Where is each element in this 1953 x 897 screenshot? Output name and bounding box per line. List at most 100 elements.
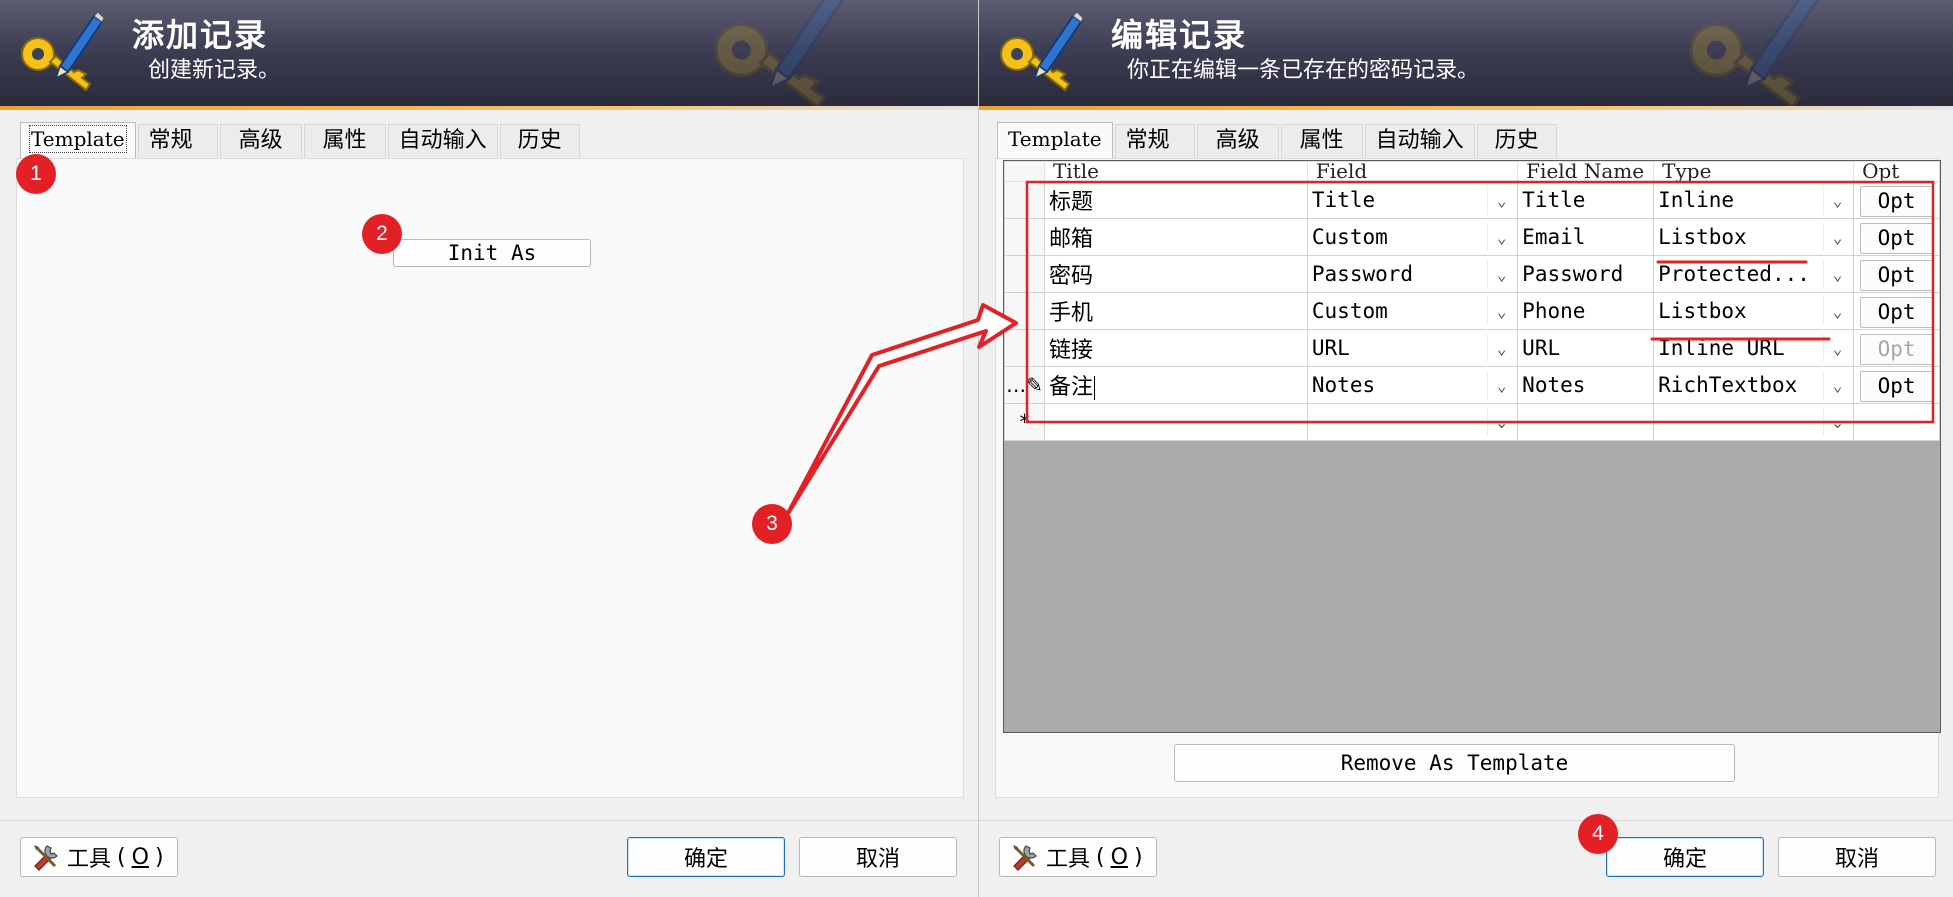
cell-type-combo[interactable]: Listbox ⌄ [1653,292,1855,330]
cell-type-combo[interactable]: Listbox ⌄ [1653,218,1855,256]
chevron-down-icon[interactable]: ⌄ [1823,260,1851,288]
remove-as-template-button[interactable]: Remove As Template [1174,744,1735,782]
column-header-title[interactable]: Title [1043,161,1308,182]
table-row[interactable]: 邮箱 Custom ⌄ Email Listbox ⌄ Opt [1004,218,1940,256]
row-header[interactable] [1004,255,1045,293]
cell-opt: Opt [1853,218,1940,256]
tools-button[interactable]: 工具(O) [999,837,1157,877]
opt-button[interactable]: Opt [1859,222,1934,254]
cell-field-name[interactable] [1517,403,1655,441]
opt-button[interactable]: Opt [1859,370,1934,402]
cancel-button[interactable]: 取消 [799,837,957,877]
chevron-down-icon[interactable]: ⌄ [1823,223,1851,251]
chevron-down-icon[interactable]: ⌄ [1487,408,1515,436]
cell-type-combo[interactable]: ⌄ [1653,403,1855,441]
table-row[interactable]: 标题 Title ⌄ Title Inline ⌄ Opt [1004,181,1940,219]
cell-title[interactable]: 密码 [1043,255,1308,293]
cell-title-text: 手机 [1048,301,1093,326]
cell-title[interactable] [1043,403,1308,441]
ok-button[interactable]: 确定 [627,837,785,877]
cell-title-text: 密码 [1048,264,1093,289]
tab-history[interactable]: 历史 [499,124,580,158]
cancel-button[interactable]: 取消 [1778,837,1936,877]
cell-field-name[interactable]: Notes [1517,366,1655,404]
tab-auto-type[interactable]: 自动输入 [387,124,498,158]
cell-field-combo[interactable]: Password ⌄ [1306,255,1519,293]
table-row[interactable]: 链接 URL ⌄ URL Inline URL ⌄ Opt [1004,329,1940,367]
cell-type-combo[interactable]: RichTextbox ⌄ [1653,366,1855,404]
cell-field-combo[interactable]: ⌄ [1306,403,1519,441]
cell-field-combo[interactable]: Custom ⌄ [1306,292,1519,330]
chevron-down-icon[interactable]: ⌄ [1487,186,1515,214]
opt-button[interactable]: Opt [1859,333,1934,365]
cell-type-combo[interactable]: Inline URL ⌄ [1653,329,1855,367]
init-as-button[interactable]: Init As [393,239,591,267]
chevron-down-icon[interactable]: ⌄ [1823,371,1851,399]
chevron-down-icon[interactable]: ⌄ [1823,186,1851,214]
opt-button[interactable]: Opt [1859,259,1934,291]
row-header[interactable] [1004,181,1045,219]
chevron-down-icon[interactable]: ⌄ [1487,371,1515,399]
column-header-opt[interactable]: Opt [1853,161,1940,182]
tab-advanced[interactable]: 高级 [219,124,302,158]
tab-general[interactable]: 常规 [137,124,218,158]
chevron-down-icon[interactable]: ⌄ [1823,408,1851,436]
tab-auto-type[interactable]: 自动输入 [1364,124,1475,158]
new-row-marker: * [1004,403,1045,441]
cell-type-combo[interactable]: Protected... ⌄ [1653,255,1855,293]
tab-properties[interactable]: 属性 [303,124,386,158]
key-pen-icon [16,10,106,98]
annotation-badge-3: 3 [752,504,792,544]
cell-title[interactable]: 手机 [1043,292,1308,330]
tab-general[interactable]: 常规 [1114,124,1195,158]
banner-accent-line [0,106,978,110]
tab-properties[interactable]: 属性 [1280,124,1363,158]
chevron-down-icon[interactable]: ⌄ [1487,223,1515,251]
cell-type-combo[interactable]: Inline ⌄ [1653,181,1855,219]
cell-field-name[interactable]: Email [1517,218,1655,256]
cell-field-combo[interactable]: Custom ⌄ [1306,218,1519,256]
cell-field-name[interactable]: Title [1517,181,1655,219]
tab-template[interactable]: Template [997,122,1113,158]
row-header[interactable] [1004,218,1045,256]
cell-title[interactable]: 链接 [1043,329,1308,367]
cell-opt[interactable] [1853,403,1940,441]
cell-field-name[interactable]: Phone [1517,292,1655,330]
cell-field-name[interactable]: URL [1517,329,1655,367]
tab-advanced[interactable]: 高级 [1196,124,1279,158]
opt-button[interactable]: Opt [1859,185,1934,217]
cell-field-name[interactable]: Password [1517,255,1655,293]
row-header[interactable] [1004,329,1045,367]
add-entry-dialog: 添加记录 创建新记录。 Template 常规 高级 属性 自动输入 历史 In… [0,0,978,897]
ok-button[interactable]: 确定 [1606,837,1764,877]
cell-opt: Opt [1853,255,1940,293]
chevron-down-icon[interactable]: ⌄ [1487,260,1515,288]
cell-field-combo[interactable]: URL ⌄ [1306,329,1519,367]
tools-button[interactable]: 工具(O) [20,837,178,877]
key-pen-watermark-icon [698,0,858,106]
new-row[interactable]: * ⌄ ⌄ [1004,403,1940,441]
column-header-type[interactable]: Type [1653,161,1855,182]
cell-title[interactable]: 备注 [1043,366,1308,404]
opt-button[interactable]: Opt [1859,296,1934,328]
chevron-down-icon[interactable]: ⌄ [1823,297,1851,325]
tab-template[interactable]: Template [20,122,136,158]
column-header-field-name[interactable]: Field Name [1517,161,1655,182]
cell-field-combo[interactable]: Title ⌄ [1306,181,1519,219]
table-row[interactable]: …✎ 备注 Notes ⌄ Notes RichTextbox ⌄ Opt [1004,366,1940,404]
table-row[interactable]: 手机 Custom ⌄ Phone Listbox ⌄ Opt [1004,292,1940,330]
cell-title[interactable]: 邮箱 [1043,218,1308,256]
cell-field-combo[interactable]: Notes ⌄ [1306,366,1519,404]
chevron-down-icon[interactable]: ⌄ [1823,334,1851,362]
column-header-field[interactable]: Field [1306,161,1519,182]
row-header[interactable] [1004,292,1045,330]
cell-title[interactable]: 标题 [1043,181,1308,219]
table-row[interactable]: 密码 Password ⌄ Password Protected... ⌄ Opt [1004,255,1940,293]
annotation-badge-1: 1 [16,154,56,194]
grid-corner-header [1004,161,1045,182]
chevron-down-icon[interactable]: ⌄ [1487,297,1515,325]
row-header[interactable]: …✎ [1004,366,1045,404]
tab-history[interactable]: 历史 [1476,124,1557,158]
chevron-down-icon[interactable]: ⌄ [1487,334,1515,362]
template-fields-grid[interactable]: Title Field Field Name Type Opt 标题 Title ⌄… [1003,160,1941,733]
